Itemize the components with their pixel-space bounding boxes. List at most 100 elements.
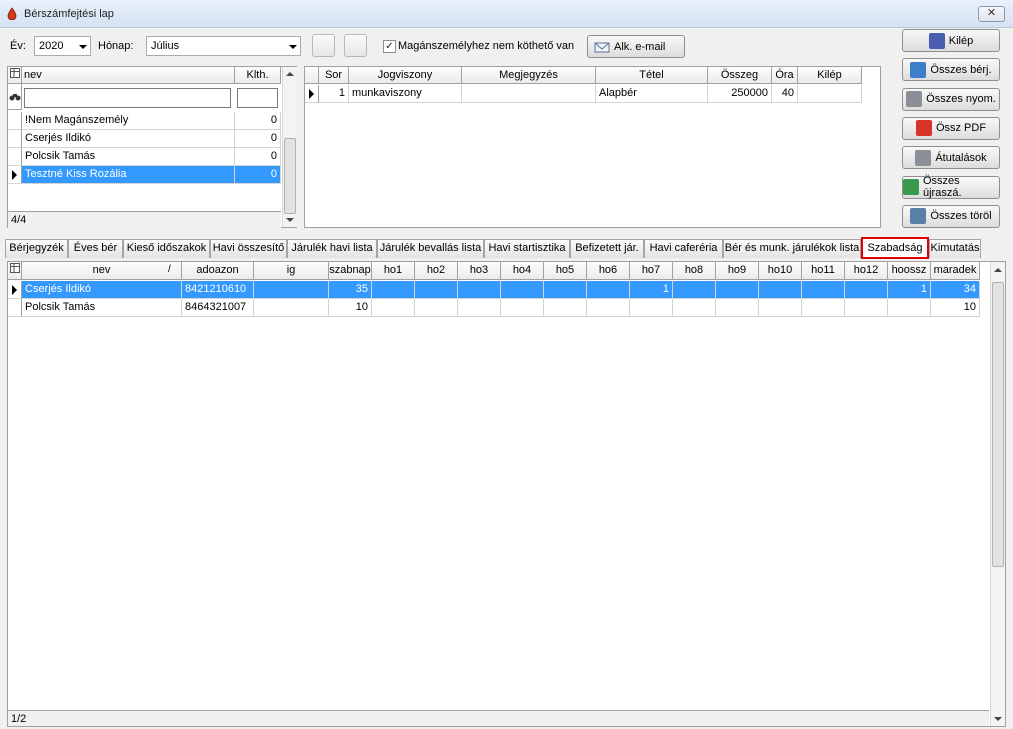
scroll-up-icon[interactable]	[286, 72, 294, 76]
private-person-checkbox[interactable]: ✓	[383, 40, 396, 53]
col-header-adoazon[interactable]: adoazon	[182, 262, 254, 280]
tab-kimutat-s[interactable]: Kimutatás	[929, 239, 981, 258]
tab-b-rjegyz-k[interactable]: Bérjegyzék	[5, 239, 68, 258]
col-header-ho1[interactable]: ho1	[372, 262, 415, 280]
leave-cell-ho10[interactable]	[759, 281, 802, 299]
col-header-megjegyzes[interactable]: Megjegyzés	[462, 67, 596, 84]
col-header-kilep[interactable]: Kilép	[798, 67, 862, 84]
list-item-klth[interactable]: 0	[235, 148, 281, 166]
leave-cell-nev[interactable]: Cserjés Ildikó	[22, 281, 182, 299]
list-item-klth[interactable]: 0	[235, 130, 281, 148]
col-header-ho10[interactable]: ho10	[759, 262, 802, 280]
col-header-nev[interactable]: nev	[22, 262, 182, 280]
leave-cell-ho4[interactable]	[501, 281, 544, 299]
leave-cell-ig[interactable]	[254, 281, 329, 299]
leave-cell-ho7[interactable]	[630, 299, 673, 317]
year-select[interactable]: 2020	[34, 36, 91, 56]
delete-all-button[interactable]: Összes töröl	[902, 204, 1000, 228]
col-header-ho9[interactable]: ho9	[716, 262, 759, 280]
col-header-ho12[interactable]: ho12	[845, 262, 888, 280]
leave-cell-ho3[interactable]	[458, 281, 501, 299]
col-header-ho4[interactable]: ho4	[501, 262, 544, 280]
column-chooser-icon[interactable]	[8, 262, 22, 280]
leave-grid-scrollbar[interactable]	[990, 262, 1005, 726]
col-header-ho2[interactable]: ho2	[415, 262, 458, 280]
scroll-down-icon[interactable]	[286, 218, 294, 222]
list-item-name[interactable]: Cserjés Ildikó	[22, 130, 235, 148]
col-header-ig[interactable]: ig	[254, 262, 329, 280]
list-item-klth[interactable]: 0	[235, 112, 281, 130]
recalculate-all-button[interactable]: Összes újraszá.	[902, 175, 1000, 199]
leave-cell-ho4[interactable]	[501, 299, 544, 317]
col-header-maradek[interactable]: maradek	[931, 262, 980, 280]
detail-cell-ora[interactable]: 40	[772, 85, 798, 103]
col-header-nev[interactable]: nev	[22, 67, 235, 84]
leave-cell-hoossz[interactable]	[888, 299, 931, 317]
leave-cell-ho1[interactable]	[372, 281, 415, 299]
tab-befizetett-j-r-[interactable]: Befizetett jár.	[570, 239, 644, 258]
leave-cell-ho5[interactable]	[544, 281, 587, 299]
leave-cell-ho6[interactable]	[587, 281, 630, 299]
transfers-button[interactable]: Átutalások	[902, 146, 1000, 170]
leave-cell-ho9[interactable]	[716, 299, 759, 317]
detail-cell-sor[interactable]: 1	[319, 85, 349, 103]
list-item-name[interactable]: Tesztné Kiss Rozália	[22, 166, 235, 184]
leave-cell-ho2[interactable]	[415, 281, 458, 299]
column-chooser-icon[interactable]	[8, 67, 22, 84]
leave-cell-szabnap[interactable]: 35	[329, 281, 372, 299]
leave-cell-adoazon[interactable]: 8421210610	[182, 281, 254, 299]
tab-havi-sszes-t-[interactable]: Havi összesítő	[210, 239, 287, 258]
tab-havi-startisztika[interactable]: Havi startisztika	[484, 239, 570, 258]
close-button[interactable]: ✕	[978, 6, 1005, 22]
col-header-sor[interactable]: Sor	[319, 67, 349, 84]
print-all-button[interactable]: Összes nyom.	[902, 87, 1000, 111]
all-payslips-button[interactable]: Összes bérj.	[902, 58, 1000, 82]
scroll-thumb[interactable]	[992, 282, 1004, 567]
tab--ves-b-r[interactable]: Éves bér	[68, 239, 123, 258]
leave-cell-ho6[interactable]	[587, 299, 630, 317]
scroll-up-icon[interactable]	[994, 268, 1002, 272]
col-header-ora[interactable]: Óra	[772, 67, 798, 84]
tab-j-rul-k-havi-lista[interactable]: Járulék havi lista	[287, 239, 377, 258]
blank-button-1[interactable]	[312, 34, 335, 57]
col-header-ho3[interactable]: ho3	[458, 262, 501, 280]
leave-cell-szabnap[interactable]: 10	[329, 299, 372, 317]
exit-button[interactable]: Kilép	[902, 29, 1000, 52]
leave-cell-ho12[interactable]	[845, 299, 888, 317]
list-item-name[interactable]: Polcsik Tamás	[22, 148, 235, 166]
leave-cell-ho3[interactable]	[458, 299, 501, 317]
col-header-ho7[interactable]: ho7	[630, 262, 673, 280]
tab-kies-id-szakok[interactable]: Kieső időszakok	[123, 239, 210, 258]
leave-cell-nev[interactable]: Polcsik Tamás	[22, 299, 182, 317]
employee-list-scrollbar[interactable]	[282, 67, 297, 227]
tab-b-r-s-munk-j-rul-kok-lista[interactable]: Bér és munk. járulékok lista	[723, 239, 861, 258]
col-header-ho6[interactable]: ho6	[587, 262, 630, 280]
detail-cell-megjegyzes[interactable]	[462, 85, 596, 103]
tab-j-rul-k-bevall-s-lista[interactable]: Járulék bevallás lista	[377, 239, 484, 258]
tab-szabads-g[interactable]: Szabadság	[861, 237, 929, 259]
col-header-ho8[interactable]: ho8	[673, 262, 716, 280]
col-header-ho11[interactable]: ho11	[802, 262, 845, 280]
leave-cell-ig[interactable]	[254, 299, 329, 317]
leave-cell-ho5[interactable]	[544, 299, 587, 317]
leave-cell-hoossz[interactable]: 1	[888, 281, 931, 299]
name-filter-input[interactable]	[24, 88, 231, 108]
list-item-name[interactable]: !Nem Magánszemély	[22, 112, 235, 130]
col-header-osszeg[interactable]: Összeg	[708, 67, 772, 84]
leave-cell-ho8[interactable]	[673, 281, 716, 299]
leave-cell-ho9[interactable]	[716, 281, 759, 299]
tab-havi-cafer-ria[interactable]: Havi caferéria	[644, 239, 723, 258]
leave-cell-ho7[interactable]: 1	[630, 281, 673, 299]
month-select[interactable]: Július	[146, 36, 301, 56]
col-header-ho5[interactable]: ho5	[544, 262, 587, 280]
col-header-hoossz[interactable]: hoossz	[888, 262, 931, 280]
leave-cell-maradek[interactable]: 10	[931, 299, 980, 317]
col-header-tetel[interactable]: Tétel	[596, 67, 708, 84]
col-header-klth[interactable]: Klth.	[235, 67, 281, 84]
blank-button-2[interactable]	[344, 34, 367, 57]
detail-cell-osszeg[interactable]: 250000	[708, 85, 772, 103]
detail-cell-tetel[interactable]: Alapbér	[596, 85, 708, 103]
klth-filter-input[interactable]	[237, 88, 278, 108]
leave-cell-ho11[interactable]	[802, 281, 845, 299]
leave-cell-ho1[interactable]	[372, 299, 415, 317]
